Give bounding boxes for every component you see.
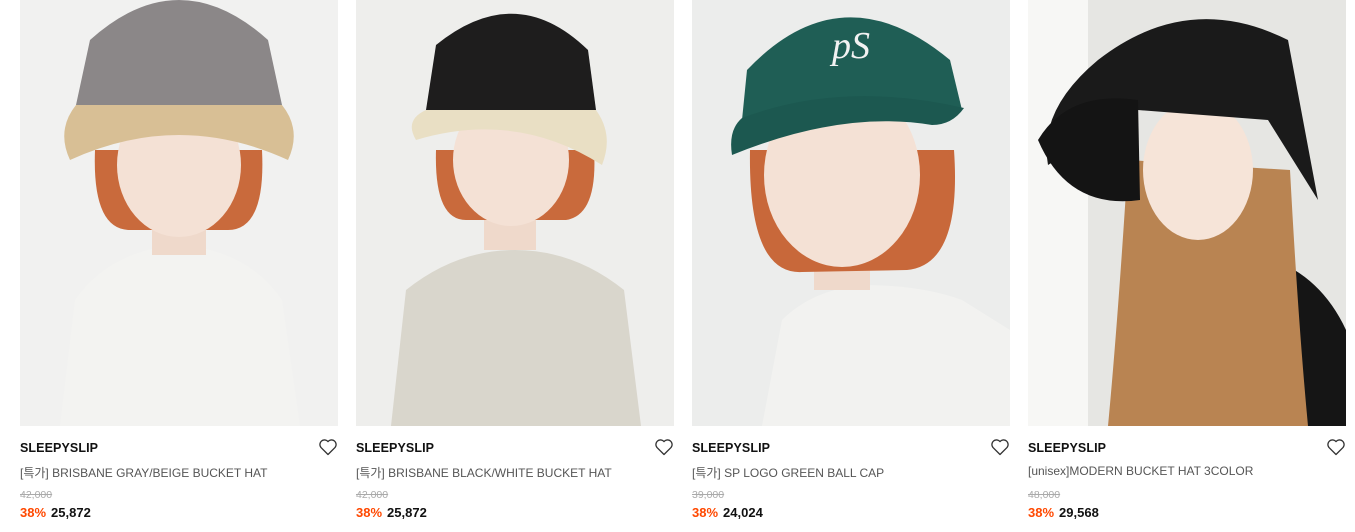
price-row: 38% 24,024	[692, 505, 763, 520]
model-photo	[1028, 0, 1346, 426]
product-card[interactable]: SLEEPYSLIP [특가] BRISBANE GRAY/BEIGE BUCK…	[20, 0, 338, 532]
discount-rate: 38%	[692, 505, 719, 520]
heart-outline-icon[interactable]	[1326, 437, 1346, 457]
original-price: 42,000	[356, 489, 389, 501]
price-row: 38% 25,872	[20, 505, 91, 520]
heart-outline-icon[interactable]	[990, 437, 1010, 457]
sale-price: 25,872	[51, 505, 91, 520]
product-name[interactable]: [unisex]MODERN BUCKET HAT 3COLOR	[1028, 464, 1253, 478]
heart-outline-icon[interactable]	[654, 437, 674, 457]
discount-rate: 38%	[20, 505, 47, 520]
product-name[interactable]: [특가] SP LOGO GREEN BALL CAP	[692, 464, 884, 481]
product-image[interactable]	[1028, 0, 1346, 426]
model-photo	[20, 0, 338, 426]
product-image[interactable]: pS	[692, 0, 1010, 426]
sale-price: 25,872	[387, 505, 427, 520]
brand-name[interactable]: SLEEPYSLIP	[20, 441, 98, 455]
brand-name[interactable]: SLEEPYSLIP	[1028, 441, 1106, 455]
model-photo: pS	[692, 0, 1010, 426]
product-card[interactable]: SLEEPYSLIP [특가] BRISBANE BLACK/WHITE BUC…	[356, 0, 674, 532]
brand-name[interactable]: SLEEPYSLIP	[692, 441, 770, 455]
product-name[interactable]: [특가] BRISBANE GRAY/BEIGE BUCKET HAT	[20, 464, 267, 481]
svg-text:pS: pS	[829, 25, 870, 67]
model-photo	[356, 0, 674, 426]
product-card[interactable]: SLEEPYSLIP [unisex]MODERN BUCKET HAT 3CO…	[1028, 0, 1346, 532]
heart-outline-icon[interactable]	[318, 437, 338, 457]
product-card[interactable]: pS SLEEPYSLIP [특가] SP LOGO GREEN BALL CA…	[692, 0, 1010, 532]
sale-price: 29,568	[1059, 505, 1099, 520]
discount-rate: 38%	[1028, 505, 1055, 520]
product-image[interactable]	[20, 0, 338, 426]
product-grid: SLEEPYSLIP [특가] BRISBANE GRAY/BEIGE BUCK…	[0, 0, 1355, 532]
price-row: 38% 29,568	[1028, 505, 1099, 520]
brand-name[interactable]: SLEEPYSLIP	[356, 441, 434, 455]
product-image[interactable]	[356, 0, 674, 426]
price-row: 38% 25,872	[356, 505, 427, 520]
original-price: 42,000	[20, 489, 53, 501]
original-price: 48,000	[1028, 489, 1061, 501]
product-name[interactable]: [특가] BRISBANE BLACK/WHITE BUCKET HAT	[356, 464, 612, 481]
sale-price: 24,024	[723, 505, 763, 520]
original-price: 39,000	[692, 489, 725, 501]
discount-rate: 38%	[356, 505, 383, 520]
